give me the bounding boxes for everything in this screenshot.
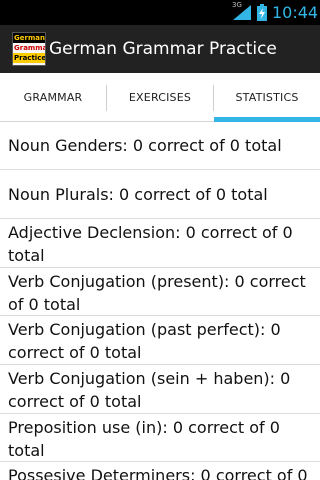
list-item[interactable]: Adjective Declension: 0 correct of 0 tot… — [0, 219, 320, 268]
tab-bar: GRAMMAR EXERCISES STATISTICS — [0, 73, 320, 122]
stat-text: Verb Conjugation (past perfect): 0 corre… — [8, 318, 308, 364]
action-bar: German Grammar Practice German Grammar P… — [0, 25, 320, 73]
app-logo-line: Grammar — [14, 44, 45, 52]
app-logo-line: German — [13, 33, 45, 43]
stat-line: Adjective Declension: 0 correct of 0 — [8, 223, 293, 242]
tab-label: EXERCISES — [128, 90, 192, 104]
stat-line: Verb Conjugation (sein + haben): 0 — [8, 369, 291, 388]
stat-line: Noun Genders: 0 correct of 0 total — [8, 136, 282, 155]
tab-grammar[interactable]: GRAMMAR — [0, 73, 106, 121]
stat-line: of 0 total — [8, 295, 81, 314]
stat-line: Noun Plurals: 0 correct of 0 total — [8, 185, 268, 204]
stat-text: Adjective Declension: 0 correct of 0 tot… — [8, 221, 308, 267]
stat-line: correct of 0 total — [8, 343, 142, 362]
stat-text: Noun Genders: 0 correct of 0 total — [8, 134, 308, 157]
stat-line: Possesive Determiners: 0 correct of 0 — [8, 466, 308, 480]
stat-line: Verb Conjugation (present): 0 correct — [8, 272, 306, 291]
stat-line: Preposition use (in): 0 correct of 0 — [8, 418, 280, 437]
signal-icon — [233, 5, 251, 20]
list-item[interactable]: Verb Conjugation (past perfect): 0 corre… — [0, 316, 320, 365]
list-item[interactable]: Preposition use (in): 0 correct of 0 tot… — [0, 414, 320, 462]
list-item[interactable]: Noun Genders: 0 correct of 0 total — [0, 122, 320, 170]
tab-statistics[interactable]: STATISTICS — [214, 73, 320, 121]
app-logo-icon[interactable]: German Grammar Practice — [12, 32, 46, 66]
tab-label: STATISTICS — [235, 90, 299, 104]
tab-exercises[interactable]: EXERCISES — [107, 73, 213, 121]
app-title: German Grammar Practice — [49, 39, 277, 59]
stat-text: Verb Conjugation (sein + haben): 0 corre… — [8, 367, 308, 413]
list-item[interactable]: Verb Conjugation (sein + haben): 0 corre… — [0, 365, 320, 414]
stat-text: Verb Conjugation (present): 0 correct of… — [8, 270, 308, 316]
list-item[interactable]: Possesive Determiners: 0 correct of 0 — [0, 462, 320, 480]
stat-line: correct of 0 total — [8, 392, 142, 411]
stat-line: Verb Conjugation (past perfect): 0 — [8, 320, 281, 339]
list-item[interactable]: Noun Plurals: 0 correct of 0 total — [0, 170, 320, 219]
stat-line: total — [8, 441, 45, 460]
stat-line: total — [8, 246, 45, 265]
app-logo-line: Practice — [13, 53, 46, 63]
battery-icon — [257, 4, 267, 21]
stat-text: Noun Plurals: 0 correct of 0 total — [8, 183, 308, 206]
stat-text: Preposition use (in): 0 correct of 0 tot… — [8, 416, 308, 462]
stat-text: Possesive Determiners: 0 correct of 0 — [8, 464, 308, 480]
clock-time: 10:44 — [272, 3, 319, 22]
list-item[interactable]: Verb Conjugation (present): 0 correct of… — [0, 268, 320, 316]
status-bar: 3G 10:44 — [0, 0, 320, 25]
tab-label: GRAMMAR — [23, 90, 83, 104]
